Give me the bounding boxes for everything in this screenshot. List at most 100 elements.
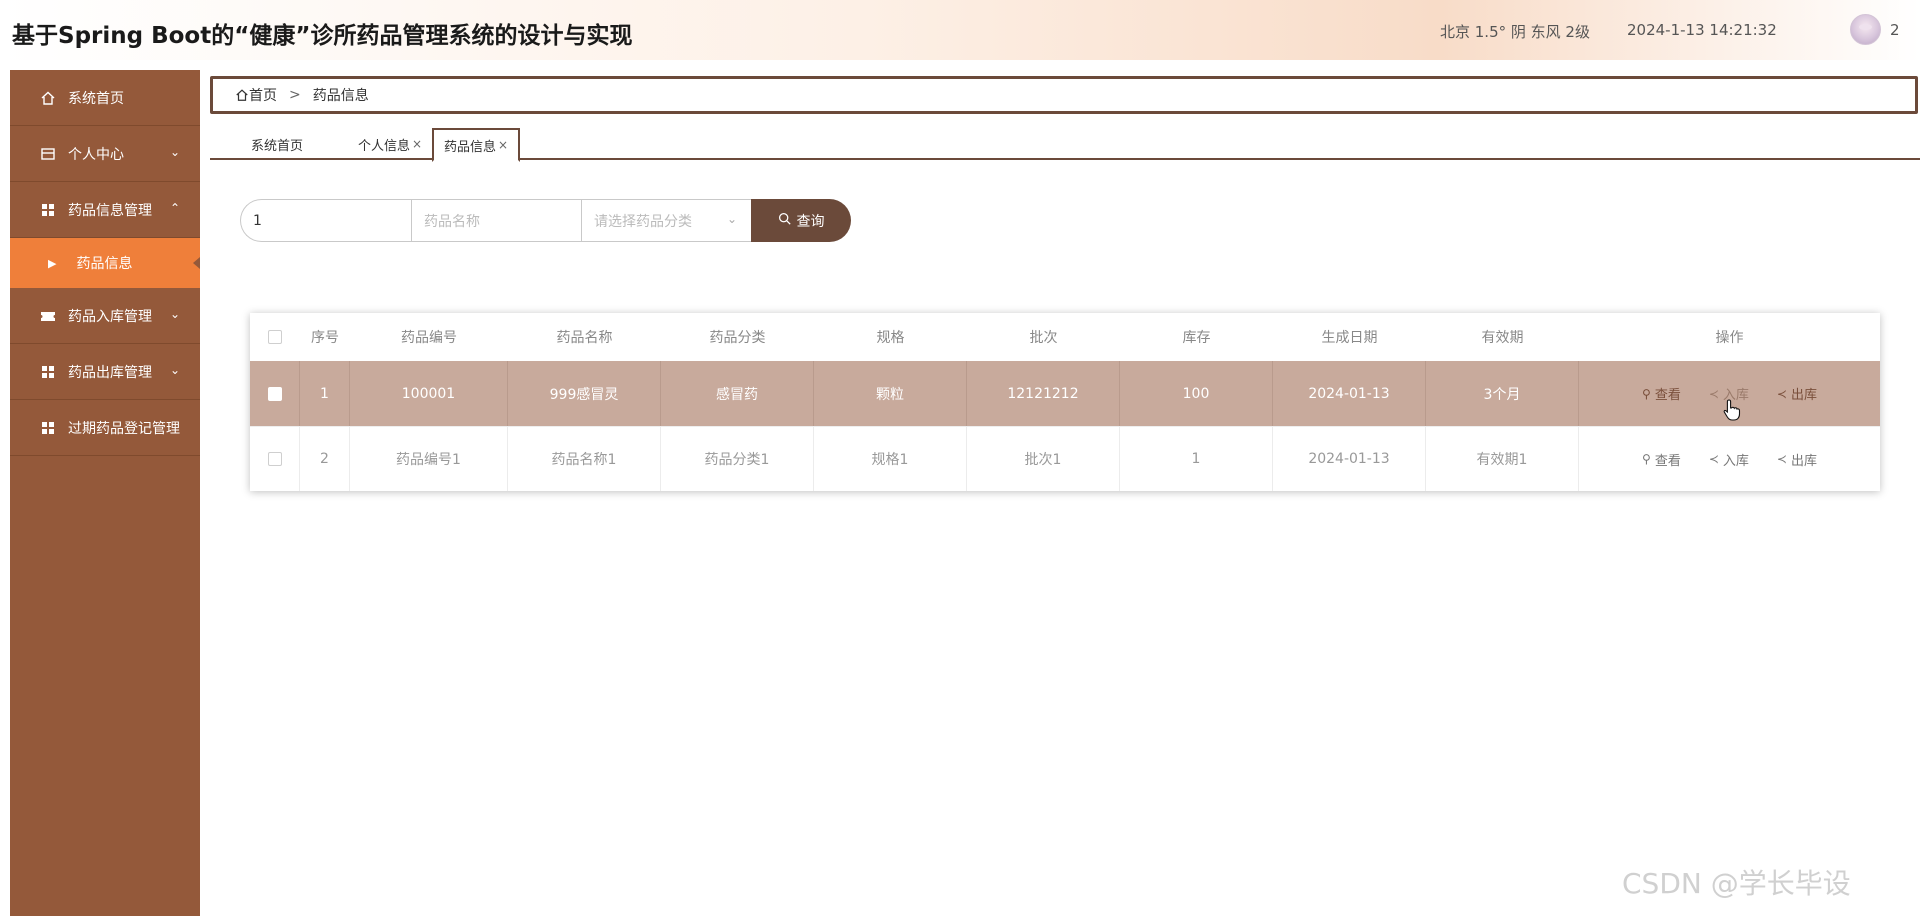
select-placeholder: 请选择药品分类 [594, 213, 692, 230]
app-title: 基于Spring Boot的“健康”诊所药品管理系统的设计与实现 [12, 23, 633, 49]
table-row[interactable]: 2 药品编号1 药品名称1 药品分类1 规格1 批次1 1 2024-01-13… [250, 426, 1880, 491]
sidebar-item-label: 系统首页 [68, 90, 124, 107]
sidebar-item-label: 药品信息管理 [68, 202, 152, 219]
sidebar-subitem-label: 药品信息 [76, 256, 133, 272]
user-number[interactable]: 2 [1890, 21, 1900, 39]
table-cell: 2024-01-13 [1273, 361, 1426, 426]
chevron-down-icon: ⌄ [726, 212, 737, 226]
column-header: 序号 [311, 330, 339, 346]
stock-in-button[interactable]: ≺ 入库 [1709, 450, 1749, 469]
home-icon [40, 90, 56, 106]
caret-right-icon: ▶ [48, 256, 57, 270]
tab-personal-info[interactable]: 个人信息 × [350, 128, 430, 160]
tab-drug-info[interactable]: 药品信息 × [432, 128, 520, 162]
grid-icon [40, 364, 56, 380]
close-icon[interactable]: × [412, 137, 422, 151]
chevron-up-icon: ⌃ [169, 201, 180, 215]
breadcrumb: 首页 > 药品信息 [210, 76, 1918, 114]
sidebar-item-label: 过期药品登记管理 [68, 420, 180, 437]
search-button-label: 查询 [796, 213, 825, 230]
weather-info: 北京 1.5° 阴 东风 2级 [1440, 23, 1590, 41]
search-button[interactable]: 查询 [751, 199, 851, 242]
top-bar: 基于Spring Boot的“健康”诊所药品管理系统的设计与实现 北京 1.5°… [0, 0, 1920, 60]
table-cell: 100 [1120, 361, 1273, 426]
column-header: 药品名称 [556, 330, 613, 346]
table-cell: 2 [300, 427, 350, 491]
sidebar-item-stock-in-mgmt[interactable]: 药品入库管理 ⌄ [10, 288, 200, 344]
sidebar-item-personal-center[interactable]: 个人中心 ⌄ [10, 126, 200, 182]
column-header: 批次 [1029, 330, 1058, 346]
table-row[interactable]: 1 100001 999感冒灵 感冒药 颗粒 12121212 100 2024… [250, 361, 1880, 426]
sidebar-subitem-drug-info[interactable]: ▶ 药品信息 [10, 238, 200, 288]
table-cell: 感冒药 [661, 361, 814, 426]
table-cell: 颗粒 [814, 361, 967, 426]
home-icon[interactable] [235, 88, 249, 102]
search-icon: ⚲ [1642, 452, 1651, 466]
chevron-down-icon: ⌄ [169, 363, 180, 377]
column-header: 有效期 [1481, 330, 1524, 346]
sidebar-item-home[interactable]: 系统首页 [10, 70, 200, 126]
tab-bar: 系统首页 个人信息 × 药品信息 × [210, 124, 1920, 162]
chevron-down-icon: ⌄ [169, 145, 180, 159]
select-all-cell [250, 313, 300, 361]
table-header: 序号 药品编号 药品名称 药品分类 规格 批次 库存 生成日期 有效期 操作 [250, 313, 1880, 361]
breadcrumb-current: 药品信息 [312, 88, 369, 104]
drug-category-select[interactable]: 请选择药品分类 ⌄ [581, 199, 751, 242]
select-all-checkbox[interactable] [268, 330, 282, 344]
avatar[interactable] [1850, 14, 1881, 45]
grid-icon [40, 420, 56, 436]
table-cell: 3个月 [1426, 361, 1579, 426]
column-header: 生成日期 [1321, 330, 1378, 346]
view-button[interactable]: ⚲ 查看 [1642, 450, 1681, 469]
sidebar-item-label: 个人中心 [68, 146, 124, 163]
table-cell: 1 [300, 361, 350, 426]
table-cell: 批次1 [967, 427, 1120, 491]
table-cell: 999感冒灵 [508, 361, 661, 426]
sidebar-item-expired-mgmt[interactable]: 过期药品登记管理 [10, 400, 200, 456]
row-checkbox[interactable] [267, 386, 282, 401]
table-cell: 药品编号1 [350, 427, 508, 491]
column-header: 药品分类 [709, 330, 766, 346]
row-checkbox[interactable] [267, 452, 282, 466]
sidebar-item-stock-out-mgmt[interactable]: 药品出库管理 ⌄ [10, 344, 200, 400]
sidebar-item-drug-info-mgmt[interactable]: 药品信息管理 ⌃ [10, 182, 200, 238]
tab-label: 系统首页 [250, 138, 303, 154]
tab-label: 个人信息 [357, 138, 410, 154]
actions-cell: ⚲ 查看 ≺ 入库 ≺ 出库 [1579, 427, 1880, 491]
drug-name-input[interactable]: 药品名称 [411, 199, 581, 242]
column-header: 操作 [1715, 330, 1744, 346]
close-icon[interactable]: × [498, 138, 508, 152]
datetime: 2024-1-13 14:21:32 [1627, 21, 1777, 39]
share-icon: ≺ [1776, 452, 1787, 466]
row-select-cell [250, 427, 300, 491]
stock-out-label: 出库 [1790, 453, 1817, 469]
sidebar-item-label: 药品出库管理 [68, 364, 152, 381]
column-header: 规格 [876, 330, 905, 346]
breadcrumb-separator: > [289, 87, 301, 103]
table-cell: 药品分类1 [661, 427, 814, 491]
sidebar: 系统首页 个人中心 ⌄ 药品信息管理 ⌃ ▶ 药品信息 药品入库管理 ⌄ 药品出… [10, 70, 200, 916]
view-button[interactable]: ⚲ 查看 [1642, 384, 1681, 404]
card-icon [40, 146, 56, 162]
table-cell: 药品名称1 [508, 427, 661, 491]
stock-out-label: 出库 [1790, 388, 1817, 403]
table-cell: 规格1 [814, 427, 967, 491]
active-indicator [193, 257, 200, 269]
search-icon: ⚲ [1642, 386, 1651, 401]
breadcrumb-home[interactable]: 首页 [249, 85, 277, 105]
stock-out-button[interactable]: ≺ 出库 [1776, 384, 1817, 404]
chevron-down-icon: ⌄ [169, 307, 180, 321]
tab-home[interactable]: 系统首页 [242, 128, 312, 160]
watermark: CSDN @学长毕设 [1622, 867, 1851, 900]
search-icon [778, 212, 791, 229]
row-select-cell [250, 361, 300, 426]
share-icon: ≺ [1708, 452, 1719, 466]
stock-out-button[interactable]: ≺ 出库 [1777, 450, 1817, 469]
hand-cursor-icon [1723, 399, 1741, 421]
view-label: 查看 [1654, 453, 1681, 469]
column-header: 药品编号 [401, 330, 457, 346]
sidebar-item-label: 药品入库管理 [68, 308, 152, 325]
tab-label: 药品信息 [443, 139, 496, 155]
share-icon: ≺ [1776, 386, 1787, 401]
drug-code-input[interactable]: 1 [240, 199, 411, 242]
